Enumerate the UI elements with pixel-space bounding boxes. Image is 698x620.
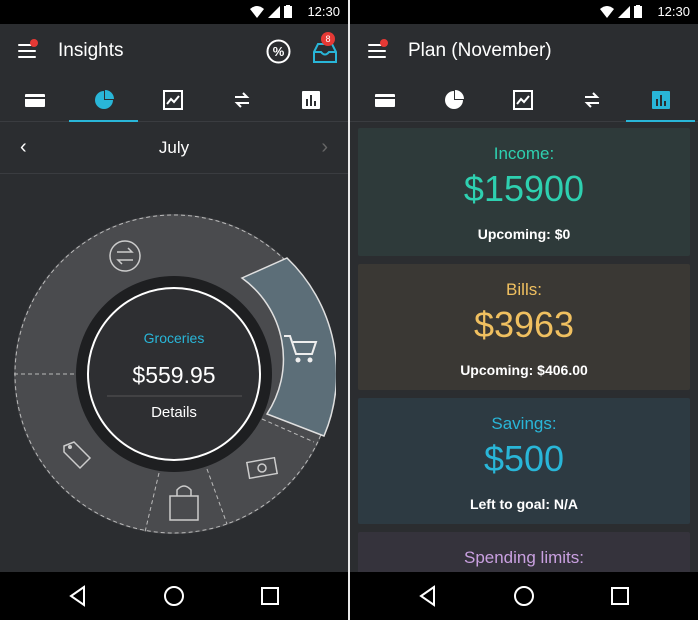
insights-screen: 12:30 Insights % 8 ‹ July › Groceries $5… [0,0,348,620]
center-amount: $559.95 [132,362,216,388]
battery-icon [284,5,292,18]
bills-label: Bills: [506,280,542,299]
income-card[interactable]: Income: $15900 Upcoming: $0 [358,128,690,256]
bills-upcoming: Upcoming: $406.00 [460,362,588,378]
status-time: 12:30 [657,4,690,19]
bar-chart-icon [301,91,320,109]
tab-bar [350,78,698,122]
savings-amount: $500 [483,438,565,479]
notification-dot [30,39,38,47]
battery-icon [634,5,642,18]
tab-trends[interactable] [488,78,557,122]
transfer-icon [234,92,249,108]
page-title: Plan (November) [408,40,552,61]
notification-dot [380,39,388,47]
system-nav-bar [0,572,348,620]
app-bar: Insights % 8 [0,24,348,78]
tab-insights[interactable] [419,78,488,122]
back-icon[interactable] [66,584,90,608]
tab-plan[interactable] [276,78,345,122]
svg-text:%: % [273,44,285,59]
tab-bar [0,78,348,122]
income-amount: $15900 [463,168,585,209]
savings-label: Savings: [491,414,557,433]
tab-accounts[interactable] [0,78,69,122]
tab-accounts[interactable] [350,78,419,122]
spending-limits-label: Spending limits: [463,548,584,567]
center-category-label: Groceries [143,330,205,346]
status-bar: 12:30 [0,0,348,24]
income-label: Income: [493,144,555,163]
notification-badge: 8 [321,32,335,46]
status-icons [250,5,292,18]
pie-chart-icon [94,90,114,109]
wifi-icon [600,5,614,18]
app-bar: Plan (November) [350,24,698,78]
system-nav-bar [350,572,698,620]
bills-amount: $3963 [473,304,575,345]
tab-plan[interactable] [626,78,695,122]
details-link[interactable]: Details [88,404,260,421]
savings-card[interactable]: Savings: $500 Left to goal: N/A [358,398,690,524]
wifi-icon [250,5,264,18]
tab-trends[interactable] [138,78,207,122]
recents-icon[interactable] [608,584,632,608]
pie-chart-icon [444,90,464,109]
card-icon [24,94,45,107]
bar-chart-icon [651,91,670,109]
signal-icon [268,5,280,18]
plan-screen: 12:30 Plan (November) Income: $15900 Upc… [350,0,698,620]
transfer-icon [584,92,599,108]
card-icon [374,94,395,107]
page-title: Insights [58,40,124,61]
status-icons [600,5,642,18]
recents-icon[interactable] [258,584,282,608]
back-icon[interactable] [416,584,440,608]
status-time: 12:30 [307,4,340,19]
tab-insights[interactable] [69,78,138,122]
percent-icon[interactable]: % [266,39,291,64]
income-upcoming: Upcoming: $0 [477,226,571,242]
signal-icon [618,5,630,18]
next-month-button[interactable]: › [321,136,328,159]
status-bar: 12:30 [350,0,698,24]
month-selector: ‹ July › [0,122,348,174]
home-icon[interactable] [162,584,186,608]
line-chart-icon [162,90,183,110]
month-label: July [158,138,190,157]
home-icon[interactable] [512,584,536,608]
tab-transfers[interactable] [557,78,626,122]
savings-goal: Left to goal: N/A [469,496,579,512]
bills-card[interactable]: Bills: $3963 Upcoming: $406.00 [358,264,690,390]
tab-transfers[interactable] [207,78,276,122]
line-chart-icon [512,90,533,110]
